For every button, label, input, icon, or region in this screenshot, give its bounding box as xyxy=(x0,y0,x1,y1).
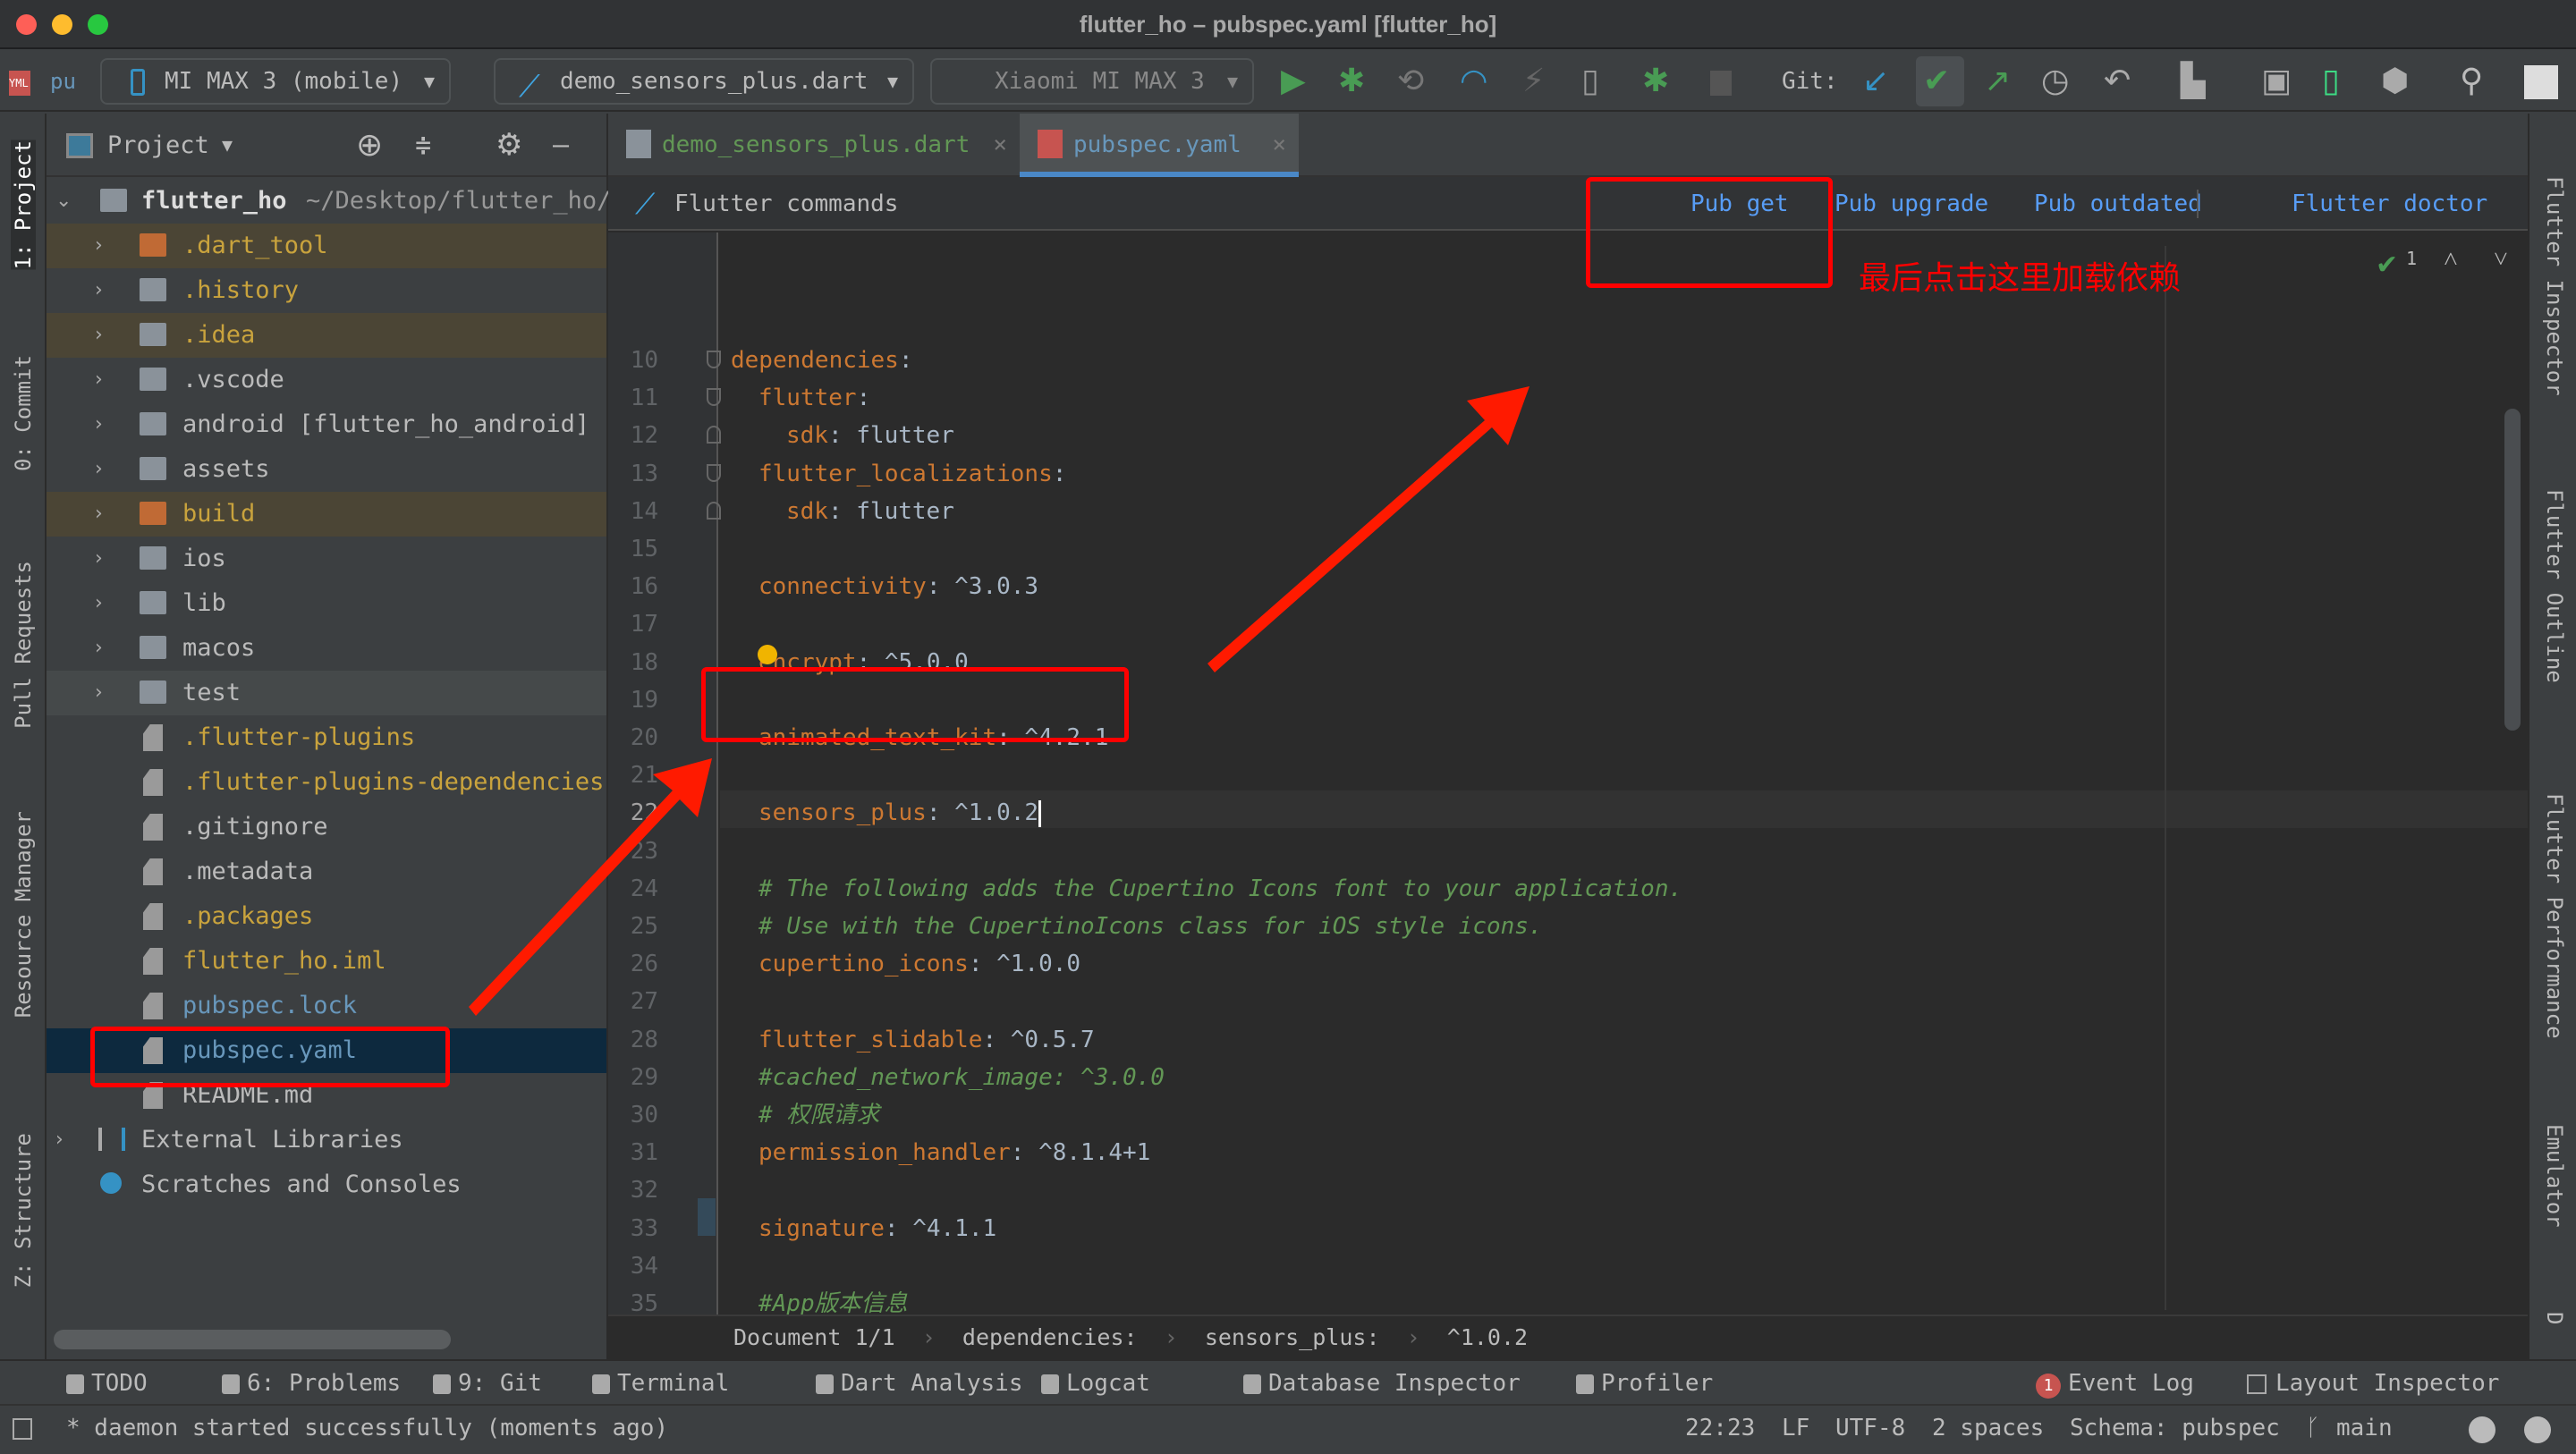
annotation-arrow-to-pub-get xyxy=(1208,386,1530,672)
annotation-arrows xyxy=(469,386,1530,1016)
annotation-arrow-to-dependency xyxy=(469,758,712,1016)
